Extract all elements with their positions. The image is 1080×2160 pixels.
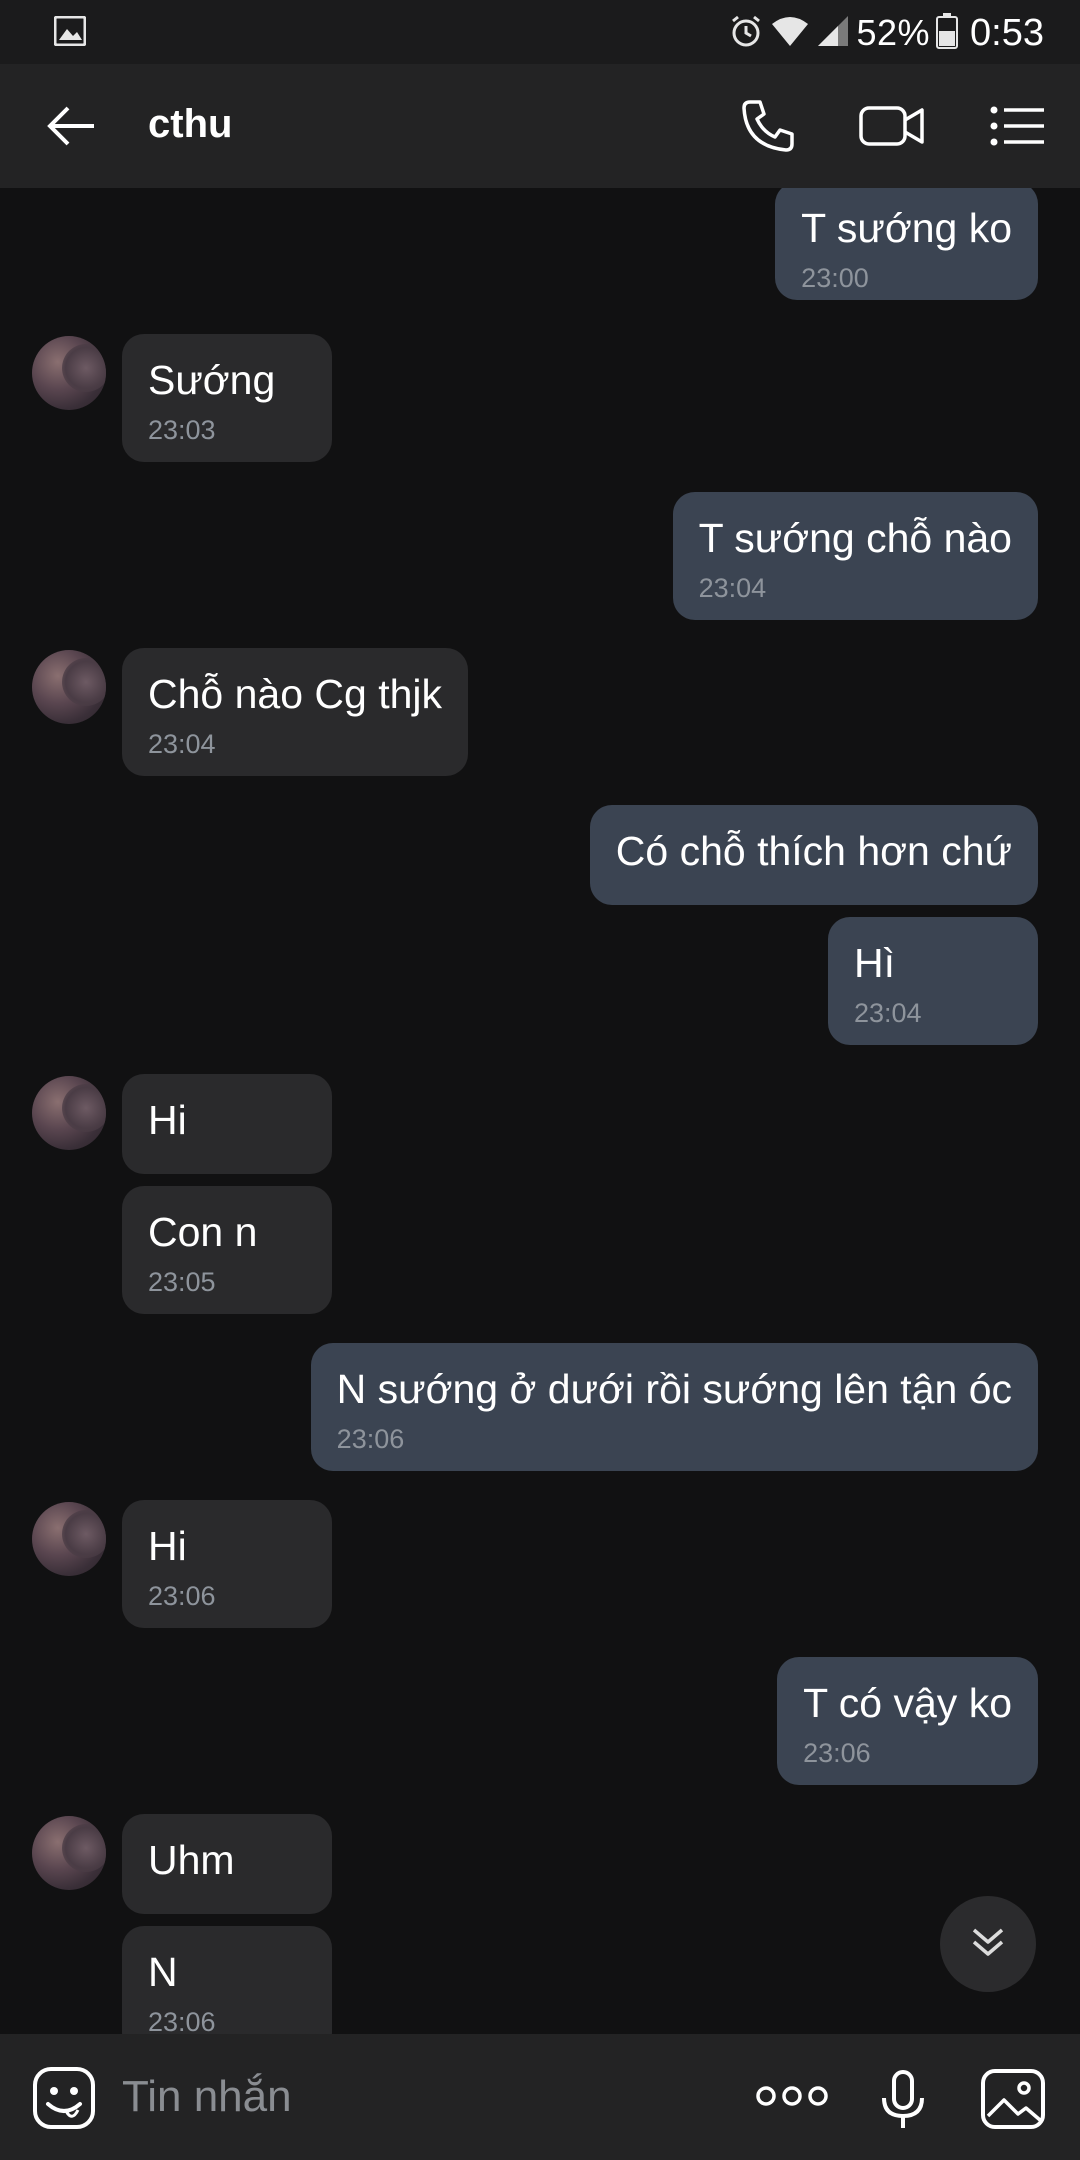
message-time: 23:05	[148, 1267, 216, 1297]
message-text: Sướng	[148, 357, 276, 403]
message-text: Có chỗ thích hơn chứ	[615, 828, 1012, 874]
message-bubble-outgoing[interactable]: Hì 23:04	[828, 917, 1038, 1045]
avatar[interactable]	[32, 1076, 106, 1150]
message-text: Chỗ nào Cg thjk	[148, 671, 443, 717]
message-bubble-incoming[interactable]: Uhm	[122, 1814, 332, 1914]
message-bubble-outgoing[interactable]: N sướng ở dưới rồi sướng lên tận óc 23:0…	[310, 1343, 1038, 1471]
avatar[interactable]	[32, 1502, 106, 1576]
avatar[interactable]	[32, 1816, 106, 1890]
clock: 0:53	[970, 11, 1044, 54]
message-text: Hì	[854, 940, 895, 986]
scroll-to-bottom-button[interactable]	[940, 1896, 1036, 1992]
phone-icon[interactable]	[736, 94, 800, 158]
message-bubble-incoming[interactable]: Hi	[122, 1074, 332, 1174]
menu-list-icon[interactable]	[988, 94, 1052, 158]
message-bubble-incoming[interactable]: Sướng 23:03	[122, 334, 332, 462]
message-text: Hi	[148, 1097, 187, 1143]
status-bar: 52% 0:53	[0, 0, 1080, 64]
back-arrow-icon[interactable]	[42, 96, 102, 156]
status-icons: 52% 0:53	[728, 8, 1044, 58]
message-time: 23:04	[854, 998, 922, 1028]
message-time: 23:06	[148, 1581, 216, 1611]
avatar[interactable]	[32, 336, 106, 410]
message-bubble-outgoing[interactable]: T sướng ko 23:00	[775, 188, 1038, 300]
message-time: 23:04	[148, 729, 216, 759]
message-text: T có vậy ko	[803, 1680, 1012, 1726]
message-bubble-outgoing[interactable]: T sướng chỗ nào 23:04	[672, 492, 1038, 620]
signal-icon	[816, 14, 850, 53]
message-time: 23:04	[698, 573, 767, 603]
avatar[interactable]	[32, 650, 106, 724]
contact-name[interactable]: cthu	[148, 102, 232, 147]
battery-icon	[936, 12, 959, 54]
message-time: 23:06	[803, 1738, 871, 1768]
message-bubble-outgoing[interactable]: Có chỗ thích hơn chứ	[589, 805, 1038, 905]
video-call-icon[interactable]	[858, 94, 924, 158]
double-chevron-down-icon	[968, 1922, 1008, 1967]
battery-percent: 52%	[856, 12, 931, 53]
microphone-icon[interactable]	[878, 2070, 928, 2130]
message-time: 23:03	[148, 415, 216, 445]
message-bubble-outgoing[interactable]: T có vậy ko 23:06	[777, 1657, 1038, 1785]
message-bubble-incoming[interactable]: Con n 23:05	[122, 1186, 332, 1314]
message-time: 23:00	[801, 263, 869, 293]
message-bubble-incoming[interactable]: N 23:06	[122, 1926, 332, 2034]
message-time: 23:06	[148, 2007, 216, 2034]
message-bubble-incoming[interactable]: Chỗ nào Cg thjk 23:04	[122, 648, 469, 776]
message-text: N	[148, 1949, 178, 1995]
alarm-icon	[728, 13, 764, 54]
message-text: T sướng ko	[801, 205, 1012, 251]
image-icon	[53, 15, 87, 51]
chat-header: cthu	[0, 64, 1080, 188]
message-text: Uhm	[148, 1837, 235, 1883]
gallery-icon[interactable]	[980, 2068, 1046, 2129]
message-time: 23:06	[336, 1424, 405, 1454]
wifi-icon	[770, 14, 810, 53]
message-list[interactable]: T sướng ko 23:00 Sướng 23:03 T sướng chỗ…	[0, 188, 1080, 2034]
message-text: N sướng ở dưới rồi sướng lên tận óc	[336, 1366, 1012, 1412]
message-text: T sướng chỗ nào	[698, 515, 1012, 561]
message-input-bar	[0, 2034, 1080, 2160]
more-dots-icon[interactable]	[756, 2084, 828, 2144]
message-text: Con n	[148, 1209, 258, 1255]
message-bubble-incoming[interactable]: Hi 23:06	[122, 1500, 332, 1628]
emoji-icon[interactable]	[32, 2066, 96, 2130]
message-text: Hi	[148, 1523, 187, 1569]
message-input[interactable]	[120, 2064, 724, 2130]
